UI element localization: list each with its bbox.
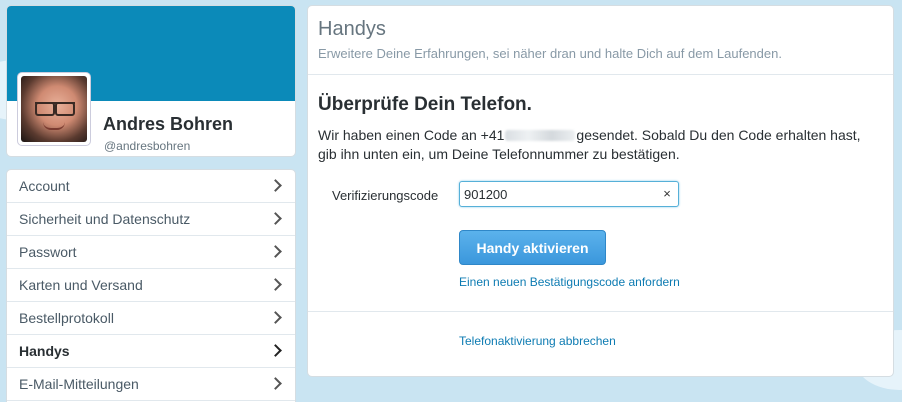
verification-code-label: Verifizierungscode [332, 188, 439, 203]
chevron-right-icon [269, 278, 282, 291]
sidebar-item-email-notifications[interactable]: E-Mail-Mitteilungen [7, 368, 295, 401]
verify-text-start: Wir haben einen Code an +41 [318, 127, 505, 143]
verify-text: Wir haben einen Code an +41 gesendet. Sob… [318, 126, 878, 164]
settings-nav: Account Sicherheit und Datenschutz Passw… [6, 169, 296, 402]
chevron-right-icon [269, 311, 282, 324]
sidebar-item-label: Passwort [19, 244, 77, 260]
sidebar-item-label: E-Mail-Mitteilungen [19, 376, 139, 392]
sidebar-item-label: Account [19, 178, 70, 194]
chevron-right-icon [269, 344, 282, 357]
sidebar-item-mobile[interactable]: Handys [7, 335, 295, 368]
page-subtitle: Erweitere Deine Erfahrungen, sei näher d… [318, 46, 782, 61]
cancel-activation-link[interactable]: Telefonaktivierung abbrechen [459, 334, 616, 348]
chevron-right-icon [269, 212, 282, 225]
chevron-right-icon [269, 245, 282, 258]
divider [308, 311, 893, 312]
request-new-code-link[interactable]: Einen neuen Bestätigungscode anfordern [459, 275, 680, 289]
activate-phone-button[interactable]: Handy aktivieren [459, 230, 606, 265]
glasses-shape [35, 102, 75, 116]
sidebar-item-label: Bestellprotokoll [19, 310, 114, 326]
chevron-right-icon [269, 179, 282, 192]
profile-name[interactable]: Andres Bohren [103, 114, 233, 135]
sidebar-item-security-privacy[interactable]: Sicherheit und Datenschutz [7, 203, 295, 236]
avatar-photo [21, 76, 87, 142]
sidebar-item-label: Handys [19, 343, 70, 359]
content-card: Handys Erweitere Deine Erfahrungen, sei … [307, 5, 894, 377]
chevron-right-icon [269, 377, 282, 390]
sidebar-item-password[interactable]: Passwort [7, 236, 295, 269]
sidebar-item-account[interactable]: Account [7, 170, 295, 203]
sidebar-item-cards-shipping[interactable]: Karten und Versand [7, 269, 295, 302]
verification-code-input[interactable] [459, 181, 679, 207]
sidebar-item-order-history[interactable]: Bestellprotokoll [7, 302, 295, 335]
sidebar-item-label: Sicherheit und Datenschutz [19, 211, 191, 227]
avatar[interactable] [17, 72, 91, 146]
clear-icon[interactable]: × [660, 185, 674, 203]
page-title: Handys [318, 18, 386, 40]
profile-card: Andres Bohren @andresbohren [6, 5, 296, 157]
mouth-shape [43, 122, 65, 130]
verify-heading: Überprüfe Dein Telefon. [318, 94, 532, 115]
redacted-phone-number [505, 130, 576, 141]
content-header: Handys Erweitere Deine Erfahrungen, sei … [308, 6, 893, 75]
sidebar-item-label: Karten und Versand [19, 277, 143, 293]
profile-handle: @andresbohren [104, 139, 191, 153]
